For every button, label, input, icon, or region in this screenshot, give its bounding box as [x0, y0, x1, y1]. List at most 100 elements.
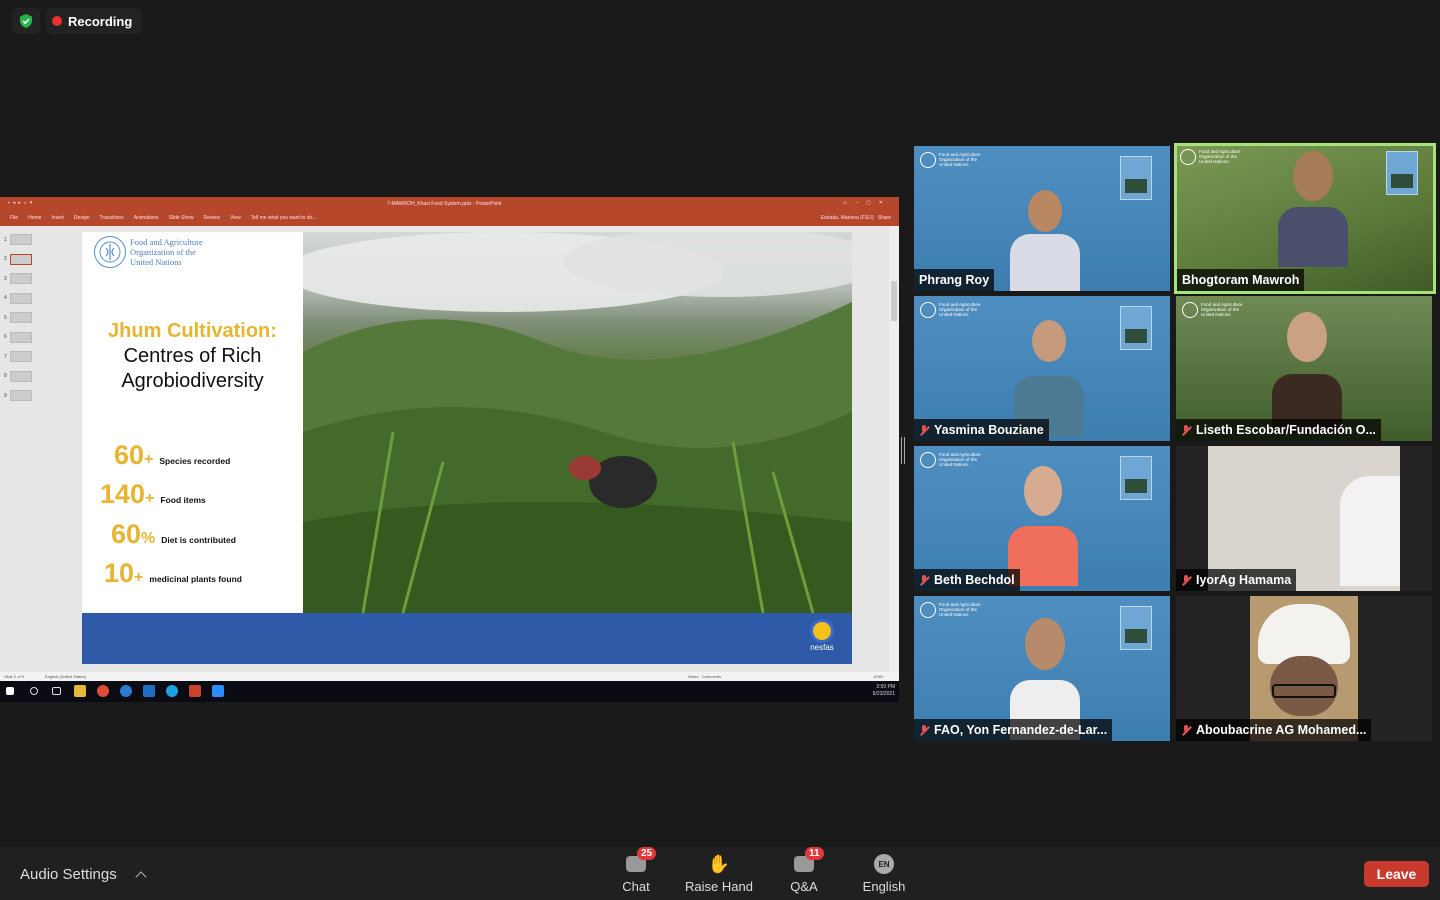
- tile-fao-brand: Food and Agriculture Organization of the U…: [920, 602, 981, 618]
- tile-fao-brand: Food and Agriculture Organization of the U…: [920, 152, 981, 168]
- slide-count: Slide 2 of 9: [4, 674, 25, 679]
- book-cover-image: [1386, 151, 1418, 195]
- account-name: Estrada, Mariana (FSU) Share: [820, 215, 891, 221]
- slide-thumbnail[interactable]: 7: [4, 351, 36, 362]
- slide: Food and Agriculture Organization of the…: [82, 232, 852, 664]
- qa-label: Q&A: [790, 879, 818, 894]
- chevron-up-icon[interactable]: [135, 870, 147, 883]
- slide-thumbnail-number: 9: [4, 392, 7, 399]
- chat-button[interactable]: 25 Chat: [614, 847, 658, 900]
- slide-thumbnail[interactable]: 9: [4, 390, 36, 401]
- stat-species: 60 + Species recorded: [114, 440, 231, 470]
- slide-thumbnail[interactable]: 6: [4, 331, 36, 343]
- slide-thumbnail-number: 4: [4, 295, 7, 301]
- zoom-level: 125%: [873, 674, 884, 679]
- slide-thumbnail-number: 8: [4, 373, 7, 379]
- panel-resize-handle[interactable]: [901, 437, 905, 464]
- participant-name: Phrang Roy: [914, 269, 995, 291]
- participant-name: Yasmina Bouziane: [914, 419, 1049, 441]
- participant-tile[interactable]: Food and Agriculture Organization of the U…: [914, 146, 1170, 291]
- jhum-field-photo: [303, 232, 852, 613]
- tile-fao-brand: Food and Agriculture Organization of the U…: [920, 302, 981, 318]
- org-line-1: Food and Agriculture: [130, 237, 203, 247]
- slide-thumbnail-image: [10, 234, 32, 245]
- participant-name: Beth Bechdol: [914, 569, 1020, 591]
- participant-video: [1008, 466, 1078, 586]
- book-cover-image: [1120, 606, 1152, 650]
- language-label: English: [862, 879, 906, 894]
- stat-food-items: 140 + Food items: [100, 479, 206, 509]
- stat-diet: 60% Diet is contributed: [111, 519, 236, 549]
- chrome-icon: [97, 685, 109, 697]
- participant-tile[interactable]: Food and Agriculture Organization of the U…: [1176, 296, 1432, 441]
- participant-tile[interactable]: IyorAg Hamama: [1176, 446, 1432, 591]
- search-icon: [30, 687, 38, 695]
- muted-mic-icon: [919, 724, 930, 736]
- slide-thumbnail[interactable]: 3: [4, 273, 36, 284]
- tile-fao-brand: Food and Agriculture Organization of the U…: [1182, 302, 1243, 318]
- ribbon-tab[interactable]: Tell me what you want to do...: [251, 215, 317, 221]
- book-cover-image: [1120, 306, 1152, 350]
- shared-screen[interactable]: ▪◂▸⌂▾ 7-MAWROH_Khasi Food System.pptx - …: [0, 197, 899, 702]
- slide-title: Jhum Cultivation:: [108, 320, 277, 342]
- participant-video: [1010, 618, 1080, 740]
- slide-thumbnail[interactable]: 5: [4, 312, 36, 323]
- ribbon-tab[interactable]: Animations: [134, 215, 159, 221]
- recording-label: Recording: [68, 13, 133, 29]
- muted-mic-icon: [919, 424, 930, 436]
- slide-thumbnail[interactable]: 4: [4, 292, 36, 304]
- slide-thumbnail[interactable]: 8: [4, 370, 36, 382]
- slide-scrollbar[interactable]: [889, 226, 899, 672]
- slide-thumbnail-number: 2: [4, 256, 7, 262]
- slide-thumbnail-image: [10, 390, 32, 401]
- book-cover-image: [1120, 456, 1152, 500]
- ribbon-tab[interactable]: Transitions: [100, 215, 124, 221]
- ribbon-tab[interactable]: Review: [204, 215, 220, 221]
- ribbon-tab[interactable]: Slide Show: [169, 215, 194, 221]
- ribbon-tab[interactable]: File: [10, 215, 18, 221]
- window-controls-icon: ▭–▢✕: [842, 200, 891, 206]
- participant-tile[interactable]: Food and Agriculture Organization of the U…: [914, 446, 1170, 591]
- slide-thumbnail[interactable]: 1: [4, 234, 36, 245]
- powerpoint-titlebar: ▪◂▸⌂▾ 7-MAWROH_Khasi Food System.pptx - …: [0, 197, 899, 211]
- notes-comments[interactable]: Notes Comments: [688, 674, 721, 679]
- slide-thumbnail-number: 7: [4, 353, 7, 360]
- participant-tile[interactable]: Aboubacrine AG Mohamed...: [1176, 596, 1432, 741]
- taskbar-clock: 2:50 PM 6/23/2021: [872, 684, 895, 697]
- nesfas-emblem-icon: [810, 619, 834, 643]
- stat-medicinal: 10 + medicinal plants found: [104, 558, 242, 588]
- powerpoint-statusbar: Slide 2 of 9 English (United States) Not…: [0, 672, 899, 681]
- leave-button[interactable]: Leave: [1364, 861, 1429, 887]
- muted-mic-icon: [1181, 724, 1192, 736]
- windows-taskbar: 2:50 PM 6/23/2021: [0, 681, 899, 702]
- ribbon-tab[interactable]: Design: [74, 215, 90, 221]
- participant-tile-active-speaker[interactable]: Food and Agriculture Organization of the U…: [1174, 143, 1436, 294]
- language-indicator: English (United States): [45, 674, 86, 679]
- chat-badge: 25: [637, 847, 657, 860]
- slide-thumbnail-image: [10, 312, 32, 323]
- book-cover-image: [1120, 156, 1152, 200]
- edge-icon: [120, 685, 132, 697]
- slide-thumbnail[interactable]: 2: [4, 253, 36, 265]
- audio-settings-button[interactable]: Audio Settings: [20, 866, 147, 883]
- muted-mic-icon: [919, 574, 930, 586]
- org-line-2: Organization of the: [130, 247, 196, 257]
- ribbon-tab[interactable]: Home: [28, 215, 41, 221]
- qa-button[interactable]: 11 Q&A: [782, 847, 826, 900]
- org-line-3: United Nations: [130, 257, 182, 267]
- raise-hand-button[interactable]: ✋ Raise Hand: [682, 847, 756, 900]
- muted-mic-icon: [1181, 574, 1192, 586]
- participant-tile[interactable]: Food and Agriculture Organization of the U…: [914, 296, 1170, 441]
- zoom-app-icon: [212, 685, 224, 697]
- recording-indicator[interactable]: Recording: [46, 8, 143, 34]
- ribbon-tab[interactable]: View: [230, 215, 241, 221]
- globe-icon: EN: [874, 854, 894, 874]
- security-shield-icon[interactable]: [12, 8, 40, 34]
- language-interpretation-button[interactable]: EN English: [856, 847, 912, 900]
- participant-video: [1010, 190, 1080, 291]
- ribbon-tab[interactable]: Insert: [51, 215, 64, 221]
- hand-icon: ✋: [707, 853, 731, 874]
- qa-badge: 11: [805, 847, 824, 860]
- participant-tile[interactable]: Food and Agriculture Organization of the U…: [914, 596, 1170, 741]
- slide-subtitle-2: Agrobiodiversity: [121, 370, 264, 392]
